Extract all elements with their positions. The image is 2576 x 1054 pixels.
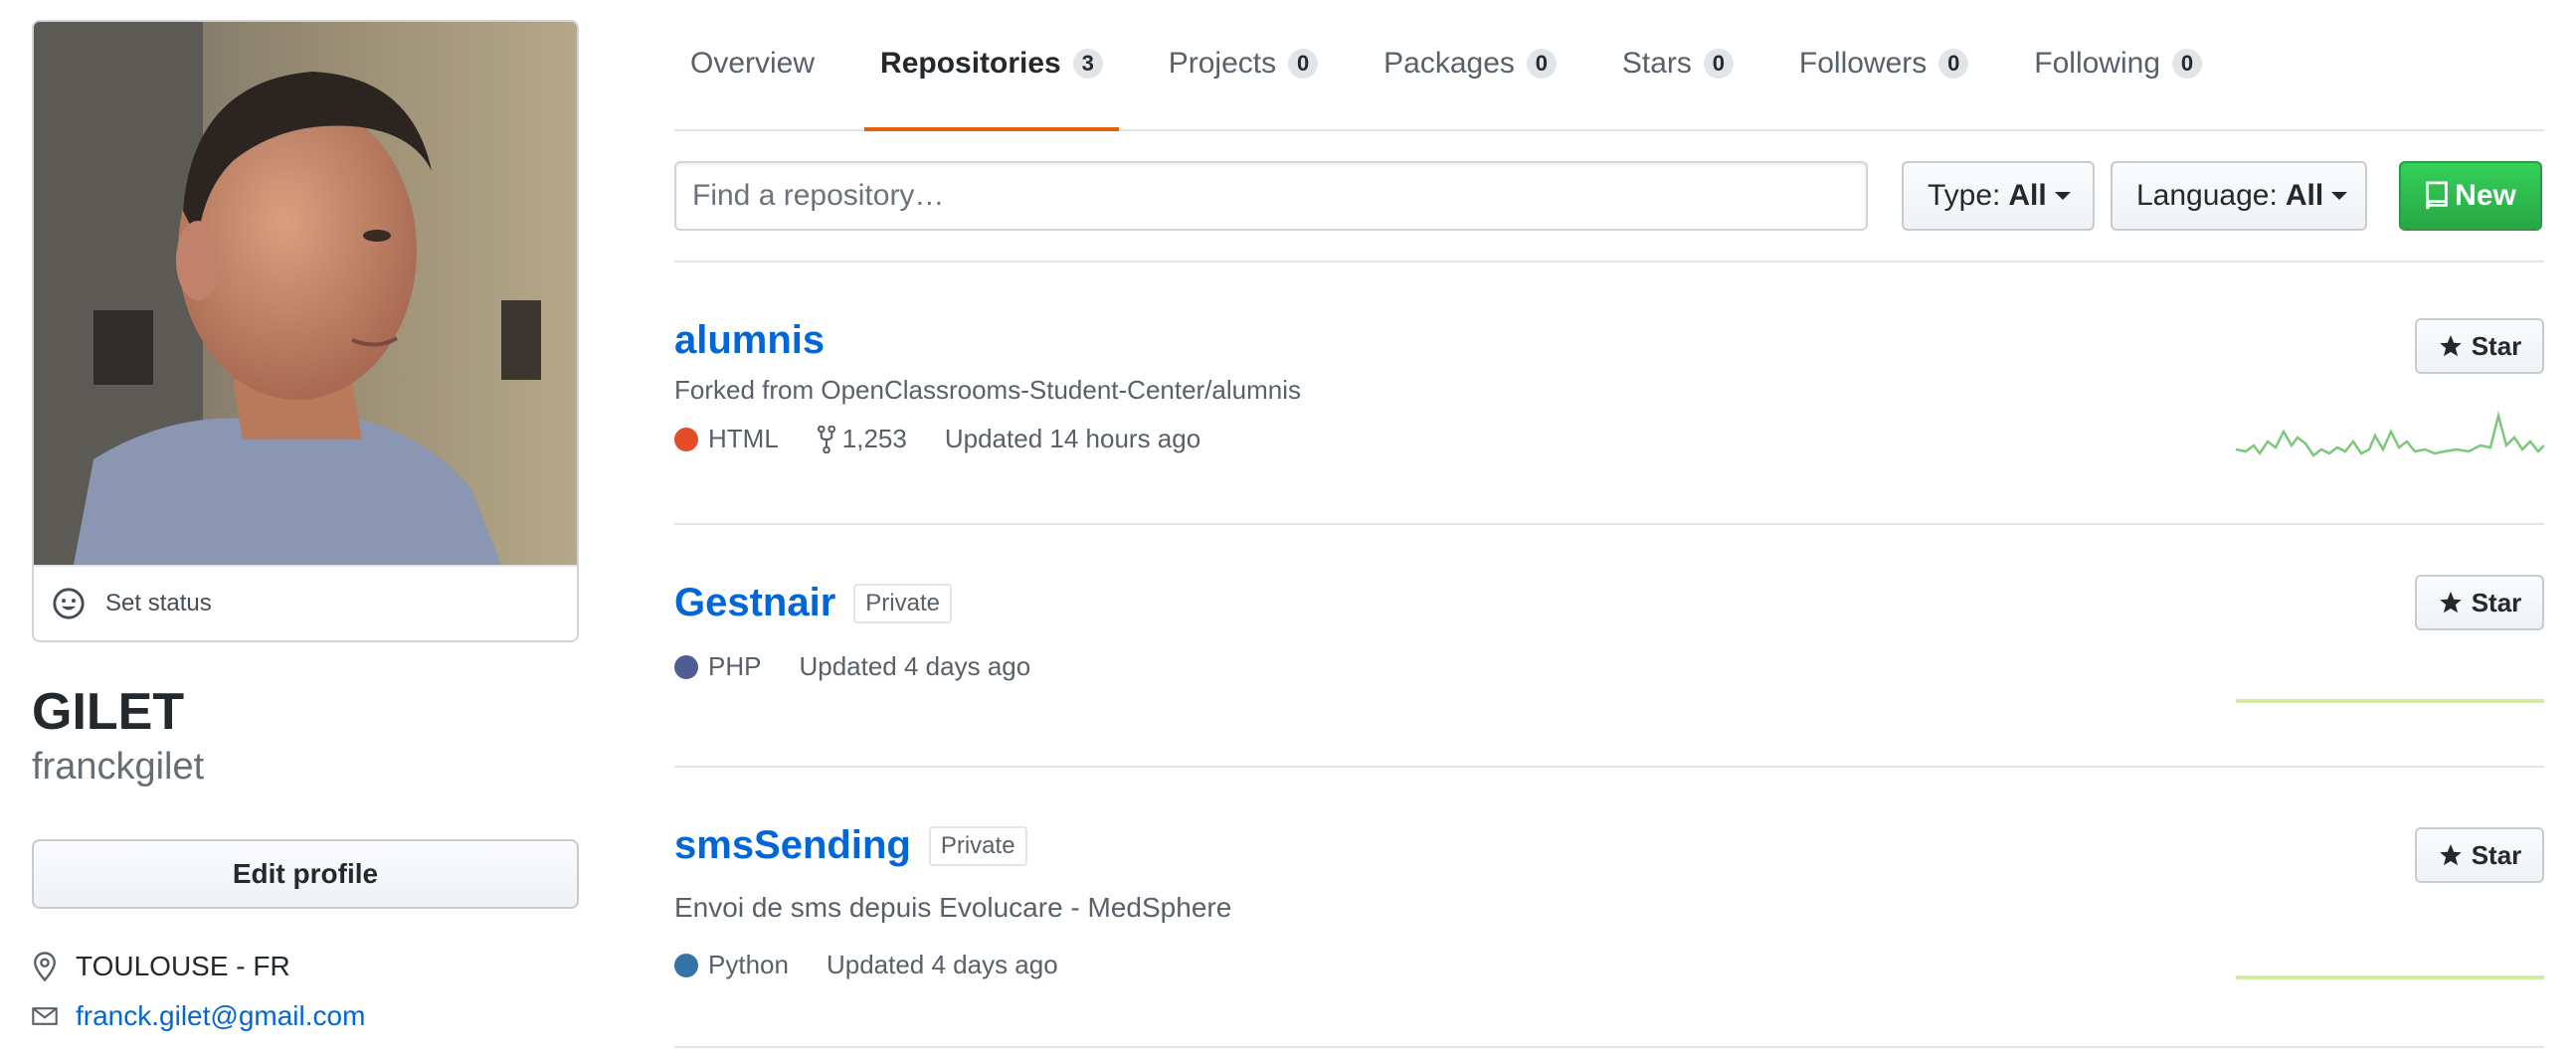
star-button[interactable]: Star [2415, 318, 2544, 374]
main-content: Overview Repositories 3 Projects 0 Packa… [674, 0, 2544, 1048]
activity-sparkline [2236, 975, 2544, 979]
new-button-label: New [2455, 179, 2516, 212]
private-badge: Private [853, 583, 952, 623]
fork-icon [817, 425, 835, 453]
set-status-label: Set status [105, 590, 212, 616]
caret-down-icon [2331, 192, 2348, 200]
repo-name-row: alumnis [674, 318, 2544, 363]
star-label: Star [2471, 587, 2522, 617]
star-icon [2439, 592, 2462, 614]
set-status-button[interactable]: Set status [34, 565, 577, 640]
tab-count: 0 [1526, 49, 1557, 79]
type-filter-dropdown[interactable]: Type: All [1902, 161, 2095, 231]
tab-label: Overview [690, 47, 816, 80]
tab-label: Stars [1621, 47, 1692, 80]
activity-sparkline [2236, 699, 2544, 703]
repo-language: HTML [674, 424, 779, 454]
edit-profile-button[interactable]: Edit profile [32, 839, 579, 909]
repo-icon [2426, 181, 2448, 210]
repo-description: Envoi de sms depuis Evolucare - MedSpher… [674, 892, 1232, 923]
profile-full-name: GILET [32, 683, 185, 741]
email-link[interactable]: franck.gilet@gmail.com [76, 1000, 365, 1032]
repo-name-row: Gestnair Private [674, 581, 2544, 625]
repo-updated: Updated 4 days ago [826, 950, 1058, 979]
tab-count: 0 [1703, 49, 1734, 79]
repo-name-link[interactable]: Gestnair [674, 581, 835, 625]
language-name: HTML [708, 424, 779, 453]
star-label: Star [2471, 839, 2522, 870]
repo-name-row: smsSending Private [674, 823, 2544, 868]
profile-tabs: Overview Repositories 3 Projects 0 Packa… [674, 0, 2544, 131]
repo-language: PHP [674, 651, 761, 682]
tab-label: Followers [1798, 47, 1928, 80]
tab-projects[interactable]: Projects 0 [1153, 0, 1334, 129]
tab-label: Following [2034, 47, 2161, 80]
star-button[interactable]: Star [2415, 827, 2544, 883]
repo-item-smssending: smsSending Private Envoi de sms depuis E… [674, 768, 2544, 1048]
tab-label: Packages [1383, 47, 1515, 80]
tab-followers[interactable]: Followers 0 [1783, 0, 1984, 129]
repo-name-link[interactable]: smsSending [674, 823, 911, 868]
repo-item-alumnis: alumnis Forked from OpenClassrooms-Stude… [674, 263, 2544, 525]
profile-sidebar: Set status GILET franckgilet Edit profil… [32, 20, 579, 1034]
tab-stars[interactable]: Stars 0 [1606, 0, 1749, 129]
tab-overview[interactable]: Overview [674, 0, 830, 129]
avatar[interactable] [34, 22, 577, 565]
star-icon [2439, 844, 2462, 866]
star-label: Star [2471, 330, 2522, 361]
location-pin-icon [34, 952, 56, 981]
type-filter-value: All [2008, 179, 2047, 212]
tab-repositories[interactable]: Repositories 3 [864, 0, 1119, 131]
language-filter-label: Language: [2136, 179, 2278, 212]
repo-updated: Updated 14 hours ago [944, 424, 1201, 453]
activity-sparkline [2236, 411, 2544, 457]
new-repo-button[interactable]: New [2399, 161, 2542, 231]
tab-count: 3 [1072, 49, 1103, 79]
language-color-dot [674, 427, 698, 451]
repo-language: Python [674, 950, 789, 980]
tab-label: Projects [1168, 47, 1277, 80]
language-color-dot [674, 654, 698, 679]
caret-down-icon [2054, 192, 2071, 200]
location-text: TOULOUSE - FR [76, 951, 290, 981]
profile-username: franckgilet [32, 746, 205, 788]
private-badge: Private [928, 825, 1027, 866]
repo-filter-bar: Type: All Language: All New [674, 131, 2544, 263]
avatar-card: Set status [32, 20, 579, 642]
language-filter-value: All [2285, 179, 2324, 212]
star-button[interactable]: Star [2415, 575, 2544, 630]
tab-count: 0 [2172, 49, 2203, 79]
tab-following[interactable]: Following 0 [2018, 0, 2218, 129]
repo-updated: Updated 4 days ago [799, 651, 1031, 681]
star-icon [2439, 335, 2462, 357]
tab-count: 0 [1288, 49, 1319, 79]
repo-name-link[interactable]: alumnis [674, 318, 825, 363]
profile-location: TOULOUSE - FR [32, 949, 579, 984]
profile-email: franck.gilet@gmail.com [32, 998, 579, 1034]
repo-forks[interactable]: 1,253 [817, 424, 907, 454]
repo-item-gestnair: Gestnair Private PHP Updated 4 days ago … [674, 525, 2544, 768]
tab-count: 0 [1938, 49, 1969, 79]
language-filter-dropdown[interactable]: Language: All [2111, 161, 2367, 231]
language-color-dot [674, 953, 698, 977]
repo-search-input[interactable] [674, 161, 1868, 231]
tab-packages[interactable]: Packages 0 [1368, 0, 1572, 129]
smiley-icon [53, 588, 85, 619]
type-filter-label: Type: [1928, 179, 2001, 212]
language-name: Python [708, 950, 789, 979]
tab-label: Repositories [880, 47, 1061, 80]
language-name: PHP [708, 651, 762, 681]
mail-icon [32, 1007, 58, 1025]
fork-count: 1,253 [841, 424, 907, 453]
